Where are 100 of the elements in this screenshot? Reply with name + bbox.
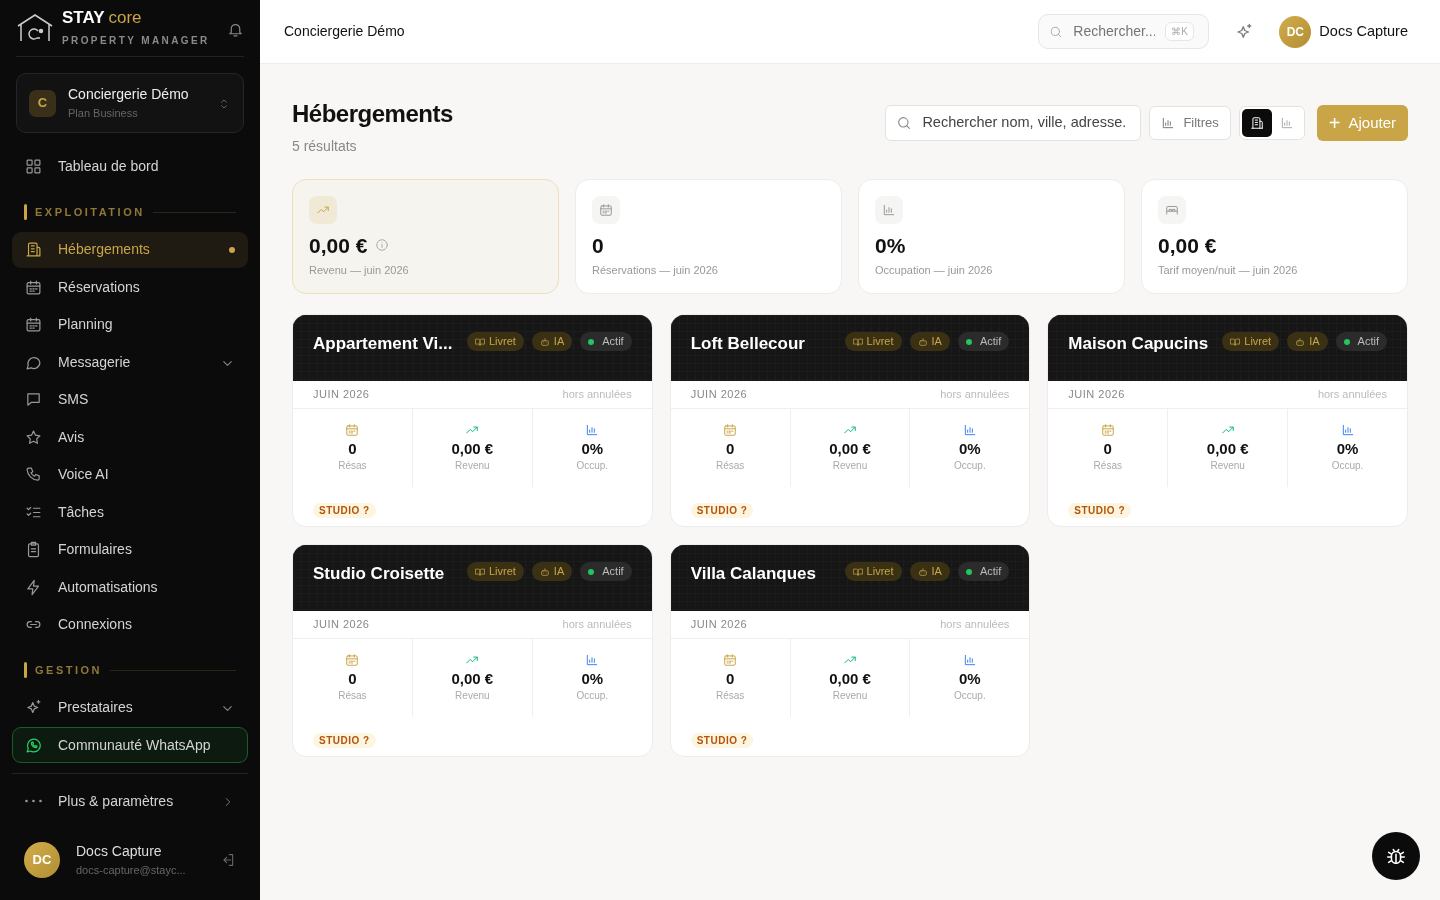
stat-label: Réservations — juin 2026 [592, 263, 719, 278]
lightning-icon [25, 578, 42, 596]
sidebar-item[interactable]: Tâches [12, 494, 248, 531]
metric-label: Résas [1093, 458, 1122, 473]
metric-value: 0,00 € [451, 671, 494, 688]
search-field[interactable]: Rechercher nom, ville, adresse. [920, 111, 1131, 135]
chart-icon [1279, 116, 1294, 130]
period-note: hors annulées [940, 617, 1010, 633]
sidebar-item[interactable]: Hébergements [12, 231, 248, 268]
stat-value: 0 [592, 234, 604, 256]
sidebar-item[interactable]: Automatisations [12, 569, 248, 606]
search-icon [896, 115, 913, 131]
stat-value: 0,00 € [309, 234, 368, 256]
stat-label: Tarif moyen/nuit — juin 2026 [1158, 263, 1299, 278]
period-note: hors annulées [562, 617, 632, 633]
ai-badge: IA [909, 332, 950, 351]
clipboard-icon [25, 541, 42, 559]
sidebar-item[interactable]: SMS [12, 381, 248, 418]
sidebar-item[interactable]: Avis [12, 419, 248, 456]
search-bar[interactable]: Rechercher nom, ville, adresse. [885, 105, 1142, 141]
chart-icon [882, 203, 896, 217]
organization-switcher[interactable]: C Conciergerie Démo Plan Business [16, 73, 244, 133]
org-plan: Plan Business [68, 106, 139, 122]
message-icon [25, 391, 42, 409]
book-icon [1230, 336, 1241, 347]
chart-icon [1161, 116, 1176, 130]
metric-label: Occup. [1331, 458, 1364, 473]
status-badge: Actif [957, 332, 1010, 351]
property-card[interactable]: Studio Croisette Livret IA Actif JUIN 2026 hors annulées 0 Résas 0,00 € Revenu 0% Occup. STUDIO ? [292, 544, 653, 757]
whatsapp-icon [25, 736, 42, 754]
grid-icon [25, 158, 42, 176]
book-icon [852, 566, 863, 577]
guide-badge: Livret [844, 332, 902, 351]
chart-icon [962, 653, 977, 668]
book-icon [852, 336, 863, 347]
metric-label: Revenu [1210, 458, 1245, 473]
sidebar-item[interactable]: Connexions [12, 606, 248, 643]
ai-badge: IA [531, 562, 573, 581]
sidebar-item[interactable]: Tableau de bord [12, 148, 248, 185]
property-card[interactable]: Appartement Vi... Livret IA Actif JUIN 2026 hors annulées 0 Résas 0,00 € Revenu 0% Occup. STUDIO ? [292, 314, 653, 527]
brand-tagline: PROPERTY MANAGER [62, 34, 211, 49]
more-settings-link[interactable]: Plus & paramètres [12, 783, 248, 820]
org-initial: C [29, 89, 56, 117]
stat-value: 0,00 € [1158, 234, 1217, 256]
type-tag: STUDIO ? [313, 733, 376, 748]
ai-badge: IA [909, 562, 950, 581]
sidebar-item[interactable]: Formulaires [12, 531, 248, 568]
guide-badge: Livret [1222, 332, 1280, 351]
chart-icon [1340, 423, 1355, 438]
bed-icon [1165, 203, 1179, 217]
metric-value: 0% [1336, 441, 1359, 458]
period-note: hors annulées [562, 387, 632, 403]
sidebar-item[interactable]: Messagerie [12, 344, 248, 381]
type-tag: STUDIO ? [690, 503, 754, 518]
period-label: JUIN 2026 [313, 387, 370, 403]
calendar-icon [599, 203, 613, 217]
sidebar-item[interactable]: Réservations [12, 269, 248, 306]
user-email: docs-capture@stayc... [76, 862, 187, 878]
guide-badge: Livret [844, 562, 902, 581]
section-label: GESTION [35, 663, 102, 679]
metric-label: Occup. [576, 458, 609, 473]
calendar-icon [723, 423, 738, 438]
calendar-icon [723, 653, 738, 668]
global-search-field[interactable]: Rechercher... [1071, 20, 1158, 43]
star-icon [25, 428, 42, 446]
calendar-icon [25, 316, 42, 334]
grid-view-toggle[interactable] [1241, 109, 1272, 137]
brand-suffix: core [108, 8, 142, 28]
metric-value: 0 [348, 441, 357, 458]
metric-label: Occup. [954, 458, 986, 473]
property-card[interactable]: Maison Capucins Livret IA Actif JUIN 2026 hors annulées 0 Résas 0,00 € Revenu 0% Occup. STUDIO ? [1047, 314, 1408, 527]
sidebar-item[interactable]: Prestataires [12, 689, 248, 726]
user-name: Docs Capture [1319, 21, 1408, 41]
metric-label: Occup. [576, 688, 609, 703]
sparkles-icon [1235, 22, 1254, 41]
chart-icon [585, 653, 600, 668]
chart-icon [962, 423, 977, 438]
shortcut-hint: ⌘K [1165, 22, 1194, 41]
guide-badge: Livret [466, 562, 524, 581]
trend-icon [316, 203, 330, 217]
metric-label: Revenu [832, 458, 868, 473]
book-icon [474, 336, 485, 347]
filters-button[interactable]: Filtres [1149, 106, 1231, 140]
whatsapp-link[interactable]: Communauté WhatsApp [12, 727, 248, 764]
metric-value: 0 [348, 671, 357, 688]
metric-label: Revenu [832, 688, 868, 703]
robot-icon [917, 566, 928, 577]
debug-button[interactable] [1372, 832, 1420, 880]
sidebar-item[interactable]: Voice AI [12, 456, 248, 493]
property-card[interactable]: Loft Bellecour Livret IA Actif JUIN 2026 hors annulées 0 Résas 0,00 € Revenu 0% Occup. STUDIO ? [669, 314, 1031, 527]
sidebar-item[interactable]: Planning [12, 306, 248, 343]
period-label: JUIN 2026 [690, 387, 748, 403]
building-icon [25, 241, 42, 259]
ai-badge: IA [1287, 332, 1328, 351]
property-card[interactable]: Villa Calanques Livret IA Actif JUIN 2026 hors annulées 0 Résas 0,00 € Revenu 0% Occup. STUDIO ? [669, 544, 1031, 757]
type-tag: STUDIO ? [690, 733, 754, 748]
metric-value: 0,00 € [1206, 441, 1249, 458]
page-title: Hébergements [292, 99, 453, 129]
property-name: Villa Calanques [690, 563, 816, 585]
more-icon [25, 799, 42, 804]
